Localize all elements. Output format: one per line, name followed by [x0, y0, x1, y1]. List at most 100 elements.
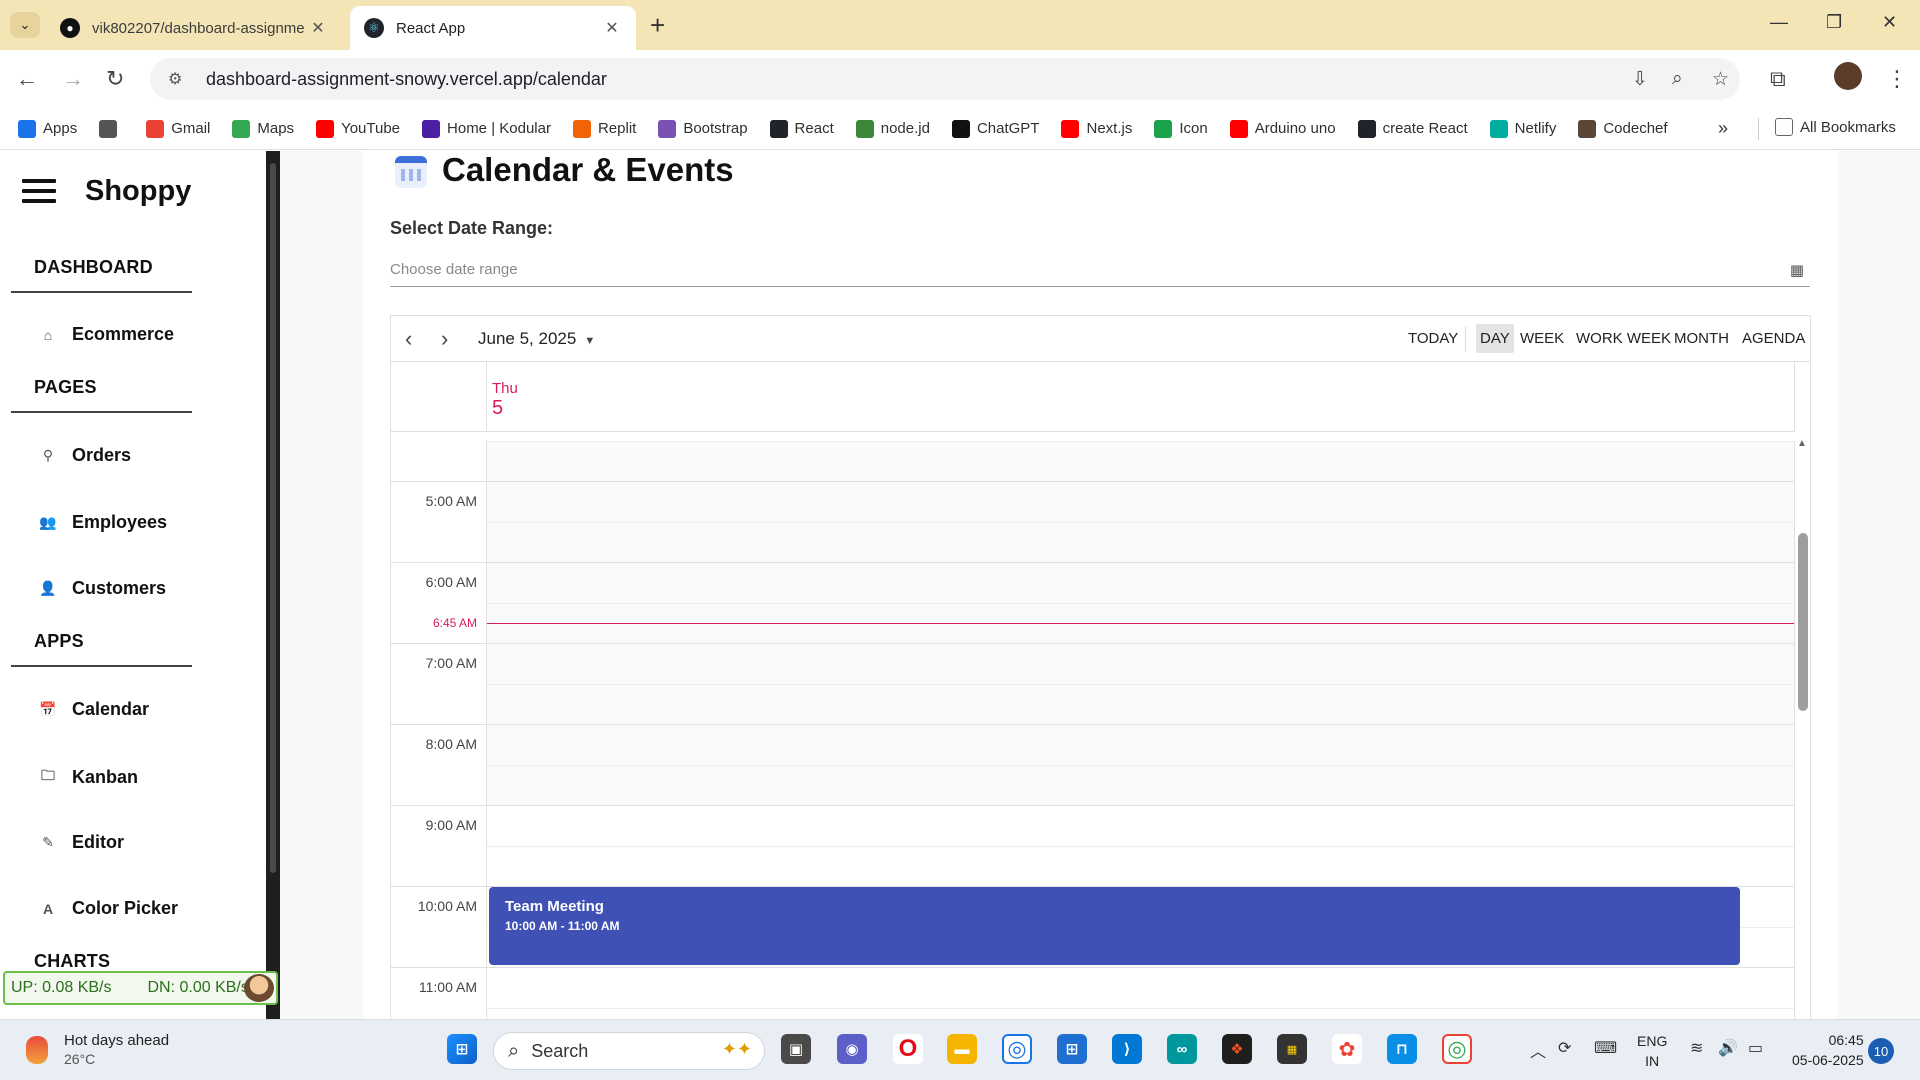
sidebar-item-customers[interactable]: 👤 Customers: [38, 578, 166, 599]
volume-icon[interactable]: 🔊: [1718, 1038, 1738, 1058]
task-view-icon[interactable]: ▣: [781, 1034, 811, 1064]
file-explorer-icon[interactable]: ▬: [947, 1034, 977, 1064]
sidebar-item-color-picker[interactable]: A Color Picker: [38, 898, 178, 919]
day-name[interactable]: Thu: [492, 380, 518, 397]
chrome-icon[interactable]: ◎: [1002, 1034, 1032, 1064]
extensions-icon[interactable]: ⧉: [1770, 66, 1786, 92]
install-app-icon[interactable]: ⇩: [1632, 68, 1648, 91]
notification-badge[interactable]: 10: [1868, 1038, 1894, 1064]
view-agenda-button[interactable]: AGENDA: [1742, 330, 1805, 347]
chrome-profile-icon[interactable]: ◎: [1442, 1034, 1472, 1064]
bookmark-label: Home | Kodular: [447, 120, 551, 137]
sidebar-item-editor[interactable]: ✎ Editor: [38, 832, 124, 853]
view-today-button[interactable]: TODAY: [1408, 330, 1458, 347]
calendar-event[interactable]: Team Meeting 10:00 AM - 11:00 AM: [489, 887, 1740, 965]
tab-search-chevron-icon[interactable]: ⌄: [10, 12, 40, 38]
sidebar-item-orders[interactable]: ⚲ Orders: [38, 445, 131, 466]
minimize-icon[interactable]: —: [1770, 12, 1788, 33]
bookmark-item[interactable]: Home | Kodular: [422, 119, 551, 138]
date-range-input[interactable]: Choose date range ▦: [390, 253, 1810, 287]
previous-icon[interactable]: ‹: [405, 326, 412, 352]
bookmark-item[interactable]: Apps: [18, 119, 77, 138]
new-tab-icon[interactable]: +: [650, 10, 665, 41]
back-icon[interactable]: ←: [16, 66, 38, 92]
keyboard-icon[interactable]: ⌨: [1594, 1038, 1617, 1058]
view-day-button[interactable]: DAY: [1476, 324, 1514, 353]
teams-chat-icon[interactable]: ◉: [837, 1034, 867, 1064]
view-week-button[interactable]: WEEK: [1520, 330, 1564, 347]
bookmark-item[interactable]: [99, 119, 124, 138]
system-clock[interactable]: 06:45 05-06-2025: [1792, 1030, 1864, 1070]
bookmark-item[interactable]: Arduino uno: [1229, 119, 1336, 138]
forward-icon[interactable]: →: [62, 66, 84, 92]
more-bookmarks-icon[interactable]: »: [1718, 118, 1728, 139]
bookmark-item[interactable]: Icon: [1154, 119, 1208, 138]
scrollbar-thumb[interactable]: [1798, 533, 1808, 711]
tab-react-app[interactable]: ⚛ React App ✕: [350, 6, 636, 50]
calendar-picker-icon[interactable]: ▦: [1790, 261, 1804, 279]
battery-icon[interactable]: ▭: [1748, 1038, 1763, 1058]
reload-icon[interactable]: ↻: [106, 66, 124, 92]
photos-icon[interactable]: ✿: [1332, 1034, 1362, 1064]
bookmark-item[interactable]: create React: [1357, 119, 1468, 138]
view-month-button[interactable]: MONTH: [1674, 330, 1729, 347]
sidebar-item-kanban[interactable]: 🗀 Kanban: [38, 765, 138, 789]
close-tab-icon[interactable]: ✕: [602, 18, 622, 38]
weather-widget[interactable]: Hot days ahead 26°C: [26, 1032, 169, 1067]
bookmark-label: Replit: [597, 120, 637, 137]
arduino-icon[interactable]: ∞: [1167, 1034, 1197, 1064]
scrollbar-thumb[interactable]: [270, 163, 276, 873]
bookmark-item[interactable]: Next.js: [1061, 119, 1132, 138]
microsoft-store-icon[interactable]: ⊞: [1057, 1034, 1087, 1064]
show-hidden-icons-chevron-icon[interactable]: ︿: [1530, 1038, 1546, 1062]
bookmark-item[interactable]: Netlify: [1489, 119, 1556, 138]
browser-tab-bar: ⌄ ● vik802207/dashboard-assignme ✕ ⚛ Rea…: [0, 0, 1920, 50]
tab-github[interactable]: ● vik802207/dashboard-assignme ✕: [46, 6, 342, 50]
site-info-icon[interactable]: ⚙: [168, 69, 192, 89]
mascot-icon: [244, 974, 274, 1002]
sidebar-scrollbar[interactable]: [266, 151, 280, 1019]
profile-avatar[interactable]: [1834, 62, 1862, 90]
close-window-icon[interactable]: ✕: [1882, 12, 1897, 33]
bookmark-item[interactable]: node.jd: [855, 119, 930, 138]
brand-logo[interactable]: Shoppy: [85, 175, 191, 208]
more-menu-icon[interactable]: ⋮: [1886, 66, 1908, 92]
bookmark-item[interactable]: Maps: [232, 119, 294, 138]
bookmark-item[interactable]: Gmail: [146, 119, 210, 138]
scheduler-scrollbar[interactable]: ▲: [1794, 432, 1810, 1019]
sidebar-item-ecommerce[interactable]: ⌂ Ecommerce: [38, 324, 174, 345]
view-work-week-button[interactable]: WORK WEEK: [1576, 330, 1671, 347]
taskbar-search[interactable]: ⌕ Search ✦✦: [493, 1032, 765, 1070]
opera-icon[interactable]: O: [893, 1034, 923, 1064]
bookmarks-bar: Apps Gmail Maps YouTube Home | Kodular Replit…: [0, 108, 1920, 150]
close-tab-icon[interactable]: ✕: [308, 18, 328, 38]
sync-icon[interactable]: ⟳: [1558, 1038, 1571, 1058]
scroll-up-arrow-icon[interactable]: ▲: [1797, 438, 1807, 449]
bookmark-item[interactable]: YouTube: [316, 119, 400, 138]
figma-icon[interactable]: ❖: [1222, 1034, 1252, 1064]
wifi-icon[interactable]: ≋: [1690, 1038, 1703, 1058]
bookmark-item[interactable]: ChatGPT: [951, 119, 1039, 138]
next-icon[interactable]: ›: [441, 326, 448, 352]
sidebar-item-calendar[interactable]: 📅 Calendar: [38, 699, 149, 720]
input-language[interactable]: ENG IN: [1637, 1031, 1667, 1071]
bookmark-star-icon[interactable]: ☆: [1712, 68, 1729, 91]
all-bookmarks-button[interactable]: All Bookmarks: [1775, 118, 1896, 136]
maximize-icon[interactable]: ❐: [1826, 12, 1842, 33]
address-bar[interactable]: ⚙ dashboard-assignment-snowy.vercel.app/…: [150, 58, 1740, 100]
sidebar-item-employees[interactable]: 👥 Employees: [38, 512, 167, 533]
bookmark-item[interactable]: Replit: [572, 119, 637, 138]
day-number[interactable]: 5: [492, 397, 503, 420]
bookmark-item[interactable]: Codechef: [1578, 119, 1668, 138]
current-date-picker[interactable]: June 5, 2025 ▼: [478, 329, 595, 349]
zoom-icon[interactable]: ⌕: [1672, 68, 1683, 90]
bookmark-item[interactable]: React: [769, 119, 834, 138]
windows-start-icon[interactable]: ⊞: [447, 1034, 477, 1064]
store-bag-icon[interactable]: ⊓: [1387, 1034, 1417, 1064]
hamburger-menu-icon[interactable]: [22, 179, 56, 209]
vscode-icon[interactable]: ⟩: [1112, 1034, 1142, 1064]
clock-date: 05-06-2025: [1792, 1052, 1864, 1068]
bookmark-item[interactable]: Bootstrap: [658, 119, 748, 138]
time-grid[interactable]: 5:00 AM 6:00 AM 7:00 AM 8:00 AM 9:00 AM 10:00…: [391, 441, 1795, 1019]
utility-app-icon[interactable]: ▦: [1277, 1034, 1307, 1064]
